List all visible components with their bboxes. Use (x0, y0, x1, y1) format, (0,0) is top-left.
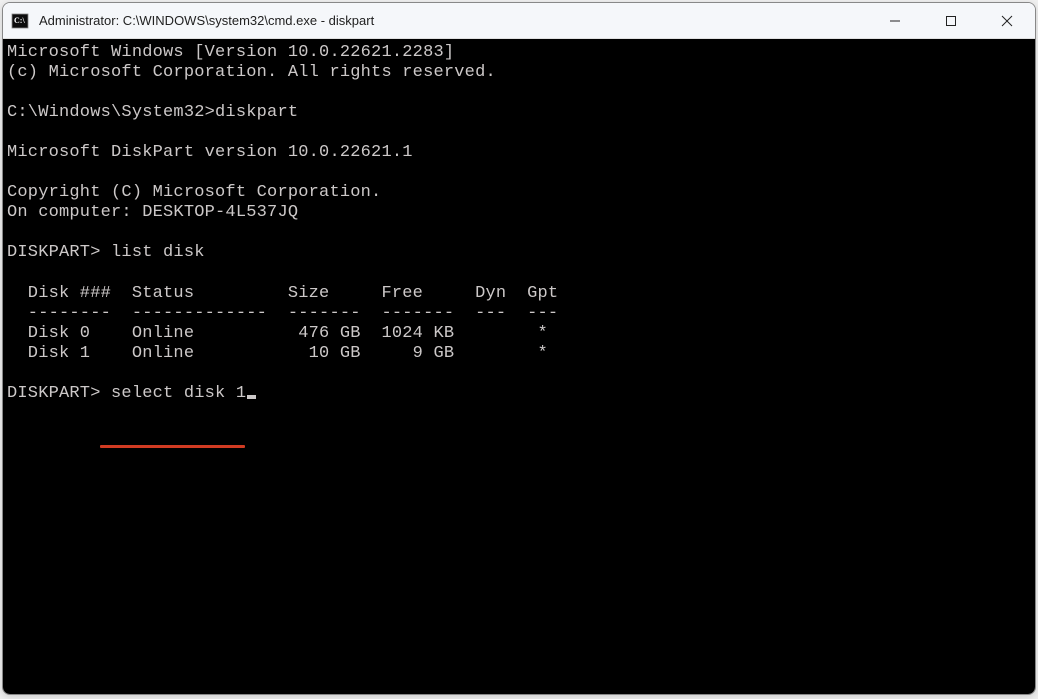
cmd-icon: C:\ (11, 12, 29, 30)
cmd-prompt-line: C:\Windows\System32>diskpart (7, 103, 298, 122)
terminal-output[interactable]: Microsoft Windows [Version 10.0.22621.22… (3, 39, 1035, 694)
computer-name: On computer: DESKTOP-4L537JQ (7, 203, 298, 222)
current-command: select disk 1 (111, 384, 246, 403)
close-button[interactable] (979, 3, 1035, 38)
diskpart-prompt-listdisk: DISKPART> list disk (7, 243, 205, 262)
window-controls (867, 3, 1035, 38)
diskpart-copyright: Copyright (C) Microsoft Corporation. (7, 183, 381, 202)
window-title: Administrator: C:\WINDOWS\system32\cmd.e… (39, 13, 867, 28)
maximize-button[interactable] (923, 3, 979, 38)
copyright-line: (c) Microsoft Corporation. All rights re… (7, 63, 496, 82)
minimize-button[interactable] (867, 3, 923, 38)
cursor-icon (247, 395, 256, 399)
version-line: Microsoft Windows [Version 10.0.22621.22… (7, 43, 454, 62)
svg-text:C:\: C:\ (14, 16, 25, 25)
table-row: Disk 0 Online 476 GB 1024 KB * (7, 324, 548, 343)
table-divider: -------- ------------- ------- ------- -… (7, 304, 558, 323)
diskpart-version: Microsoft DiskPart version 10.0.22621.1 (7, 143, 413, 162)
table-row: Disk 1 Online 10 GB 9 GB * (7, 344, 548, 363)
diskpart-prompt-current: DISKPART> select disk 1 (7, 384, 256, 403)
annotation-underline (100, 445, 245, 448)
cmd-window: C:\ Administrator: C:\WINDOWS\system32\c… (2, 2, 1036, 695)
titlebar: C:\ Administrator: C:\WINDOWS\system32\c… (3, 3, 1035, 39)
table-header: Disk ### Status Size Free Dyn Gpt (7, 284, 558, 303)
